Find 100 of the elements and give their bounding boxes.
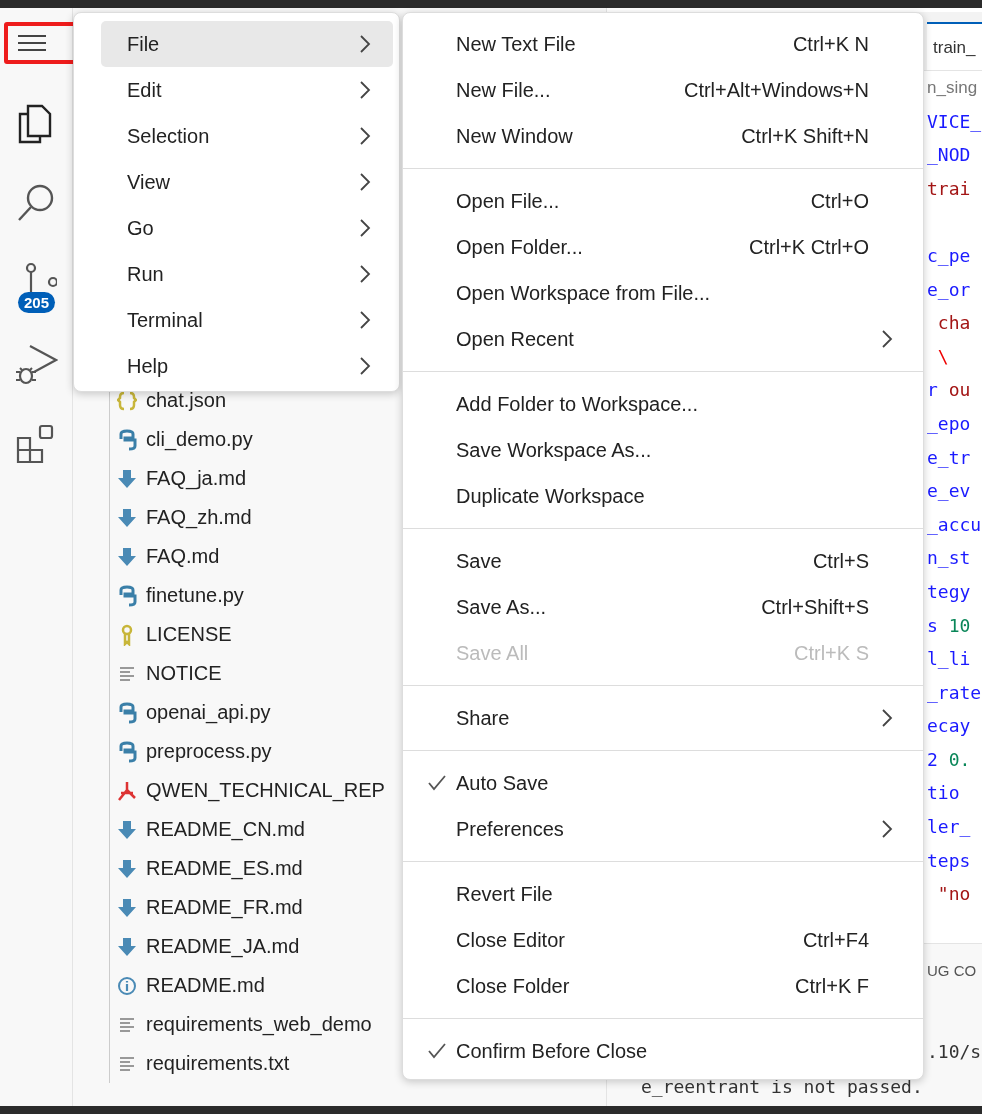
code-line: s 10 bbox=[927, 613, 971, 638]
chevron-right-icon bbox=[359, 80, 371, 100]
explorer-entry[interactable]: FAQ_ja.md bbox=[117, 459, 247, 498]
menu-item[interactable]: Save As... Ctrl+Shift+S bbox=[403, 584, 923, 630]
chevron-right-icon bbox=[881, 329, 893, 349]
terminal-line: .10/s bbox=[927, 1040, 982, 1064]
panel-tab[interactable]: UG CO bbox=[927, 962, 977, 979]
explorer-entry[interactable]: README_ES.md bbox=[117, 849, 303, 888]
explorer-entry[interactable]: FAQ.md bbox=[117, 537, 220, 576]
menu-item[interactable]: Open Folder... Ctrl+K Ctrl+O bbox=[403, 224, 923, 270]
code-line: _rate bbox=[927, 680, 982, 705]
menu-icon bbox=[16, 33, 48, 53]
menu-item[interactable]: Add Folder to Workspace... bbox=[403, 381, 923, 427]
explorer-entry[interactable]: README.md bbox=[117, 966, 265, 1005]
menu-item[interactable]: Open Recent bbox=[403, 316, 923, 362]
menu-item[interactable]: Go bbox=[101, 205, 393, 251]
chevron-right-icon bbox=[359, 126, 371, 146]
menu-item[interactable]: Run bbox=[101, 251, 393, 297]
markdown-file-icon bbox=[117, 857, 137, 880]
code-line: _epo bbox=[927, 411, 971, 436]
python-file-icon bbox=[117, 584, 137, 607]
code-line: ler_ bbox=[927, 815, 971, 840]
markdown-file-icon bbox=[117, 935, 137, 958]
explorer-entry[interactable]: requirements.txt bbox=[117, 1044, 290, 1083]
code-line: _accu bbox=[927, 512, 982, 537]
code-line: VICE_ bbox=[927, 109, 982, 134]
chevron-right-icon bbox=[359, 310, 371, 330]
chevron-right-icon bbox=[359, 172, 371, 192]
python-file-icon bbox=[117, 740, 137, 763]
explorer-entry[interactable]: QWEN_TECHNICAL_REP bbox=[117, 771, 385, 810]
code-line: "no bbox=[936, 882, 971, 907]
menu-item[interactable]: Save Workspace As... bbox=[403, 427, 923, 473]
menu-item[interactable]: Open File... Ctrl+O bbox=[403, 178, 923, 224]
chevron-right-icon bbox=[359, 218, 371, 238]
code-line: r ou bbox=[927, 378, 971, 403]
chevron-right-icon bbox=[881, 819, 893, 839]
menu-item[interactable]: Close Editor Ctrl+F4 bbox=[403, 917, 923, 963]
menu-item[interactable]: Open Workspace from File... bbox=[403, 270, 923, 316]
editor-tab[interactable]: train_ bbox=[927, 22, 982, 70]
run-debug-icon bbox=[14, 342, 58, 386]
explorer-entry[interactable]: openai_api.py bbox=[117, 693, 271, 732]
markdown-file-icon bbox=[117, 467, 137, 490]
menu-item[interactable]: Close Folder Ctrl+K F bbox=[403, 963, 923, 1009]
explorer-entry[interactable]: README_JA.md bbox=[117, 927, 300, 966]
menu-item[interactable]: New Text File Ctrl+K N bbox=[403, 21, 923, 67]
code-line: \ bbox=[936, 344, 949, 369]
menu-item[interactable]: Preferences bbox=[403, 806, 923, 852]
menu-item[interactable]: New Window Ctrl+K Shift+N bbox=[403, 113, 923, 159]
code-line: c_pe bbox=[927, 243, 971, 268]
code-line: e_ev bbox=[927, 479, 971, 504]
explorer-entry[interactable]: preprocess.py bbox=[117, 732, 272, 771]
python-file-icon bbox=[117, 701, 137, 724]
explorer-entry[interactable]: README_FR.md bbox=[117, 888, 303, 927]
explorer-entry[interactable]: cli_demo.py bbox=[117, 420, 253, 459]
source-control-button[interactable]: 205 bbox=[0, 244, 72, 324]
menu-item[interactable]: Auto Save bbox=[403, 760, 923, 806]
json-file-icon bbox=[117, 389, 137, 412]
menu-item[interactable]: Save Ctrl+S bbox=[403, 538, 923, 584]
markdown-file-icon bbox=[117, 506, 137, 529]
code-line: cha bbox=[936, 311, 971, 336]
breadcrumb: n_sing bbox=[927, 77, 978, 99]
code-line: _NOD bbox=[927, 143, 971, 168]
python-file-icon bbox=[117, 428, 137, 451]
menu-item[interactable]: New File... Ctrl+Alt+Windows+N bbox=[403, 67, 923, 113]
badge: 205 bbox=[18, 292, 56, 313]
explorer-entry[interactable]: requirements_web_demo bbox=[117, 1005, 372, 1044]
explorer-entry[interactable]: README_CN.md bbox=[117, 810, 305, 849]
menu-item[interactable]: Revert File bbox=[403, 871, 923, 917]
code-line: tegy bbox=[927, 579, 971, 604]
explorer-entry[interactable]: finetune.py bbox=[117, 576, 244, 615]
info-file-icon bbox=[117, 974, 137, 997]
menu-item[interactable]: Duplicate Workspace bbox=[403, 473, 923, 519]
menu-item[interactable]: Confirm Before Close bbox=[403, 1028, 923, 1074]
chevron-right-icon bbox=[359, 356, 371, 376]
menu-item[interactable]: File bbox=[101, 21, 393, 67]
chevron-right-icon bbox=[359, 264, 371, 284]
explorer-entry[interactable]: LICENSE bbox=[117, 615, 232, 654]
explorer-entry[interactable]: NOTICE bbox=[117, 654, 222, 693]
pdf-file-icon bbox=[117, 779, 137, 802]
terminal-line: e_reentrant is not passed. bbox=[641, 1075, 923, 1099]
menu-item[interactable]: View bbox=[101, 159, 393, 205]
chevron-right-icon bbox=[881, 708, 893, 728]
code-line: e_tr bbox=[927, 445, 971, 470]
code-line: trai bbox=[927, 176, 971, 201]
menu-item[interactable]: Terminal bbox=[101, 297, 393, 343]
chevron-right-icon bbox=[359, 34, 371, 54]
code-line: l_li bbox=[927, 647, 971, 672]
code-line: n_st bbox=[927, 546, 971, 571]
code-line: tio bbox=[927, 781, 960, 806]
code-line: e_or bbox=[927, 277, 971, 302]
markdown-file-icon bbox=[117, 818, 137, 841]
menu-item[interactable]: Edit bbox=[101, 67, 393, 113]
code-line: 2 0. bbox=[927, 747, 971, 772]
markdown-file-icon bbox=[117, 545, 137, 568]
explorer-entry[interactable]: FAQ_zh.md bbox=[117, 498, 252, 537]
menu-item[interactable]: Share bbox=[403, 695, 923, 741]
markdown-file-icon bbox=[117, 896, 137, 919]
menu-item[interactable]: Selection bbox=[101, 113, 393, 159]
code-line: teps bbox=[927, 848, 971, 873]
code-line: ecay bbox=[927, 714, 971, 739]
